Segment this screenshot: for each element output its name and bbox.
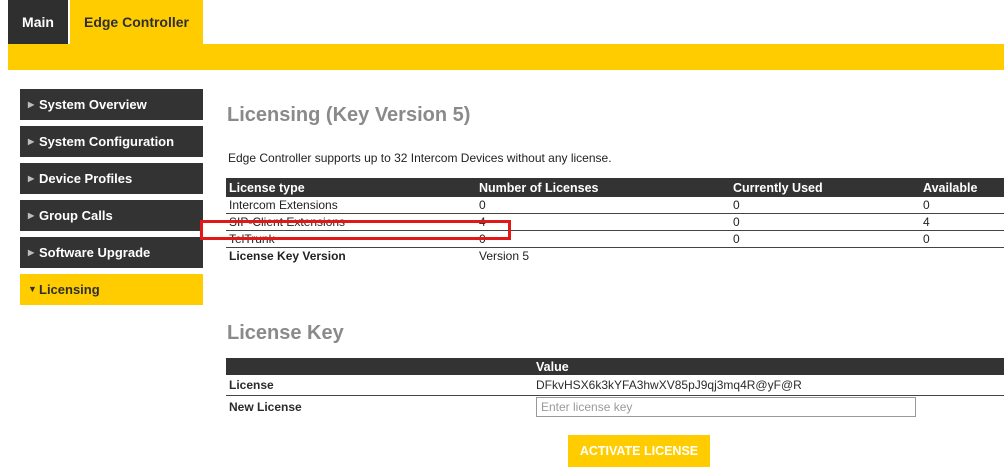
sidebar-item-label: Licensing xyxy=(39,282,100,297)
table-cell: Intercom Extensions xyxy=(226,197,476,214)
header-bar xyxy=(8,44,1004,70)
table-header-row: License type Number of Licenses Currentl… xyxy=(226,178,1004,197)
column-header: Currently Used xyxy=(730,178,920,197)
table-row: License DFkvHSX6k3kYFA3hwXV85pJ9qj3mq4R@… xyxy=(226,375,1004,396)
triangle-right-icon: ▶ xyxy=(28,211,35,220)
triangle-right-icon: ▶ xyxy=(28,137,35,146)
table-cell: 0 xyxy=(920,197,1004,214)
tab-edge-controller[interactable]: Edge Controller xyxy=(70,0,203,44)
table-cell xyxy=(920,248,1004,265)
triangle-down-icon: ▼ xyxy=(28,284,37,294)
sidebar-item-system-overview[interactable]: ▶ System Overview xyxy=(20,89,203,120)
sidebar-item-group-calls[interactable]: ▶ Group Calls xyxy=(20,200,203,231)
page-title: Licensing (Key Version 5) xyxy=(227,104,471,126)
table-cell: 0 xyxy=(730,197,920,214)
table-cell: 4 xyxy=(476,213,730,231)
sidebar-item-label: System Configuration xyxy=(39,134,175,149)
sidebar-item-system-configuration[interactable]: ▶ System Configuration xyxy=(20,126,203,157)
column-header: Number of Licenses xyxy=(476,178,730,197)
sidebar-item-label: Group Calls xyxy=(39,208,113,223)
table-cell: 0 xyxy=(476,230,730,248)
key-version-label: License Key Version xyxy=(229,249,346,263)
license-value: DFkvHSX6k3kYFA3hwXV85pJ9qj3mq4R@yF@R xyxy=(533,375,1004,396)
highlight-box xyxy=(200,220,511,240)
triangle-right-icon: ▶ xyxy=(28,100,35,109)
table-cell: 4 xyxy=(920,213,1004,231)
table-row: License Key Version Version 5 xyxy=(226,248,1004,265)
license-key-table: Value License DFkvHSX6k3kYFA3hwXV85pJ9qj… xyxy=(226,358,1004,418)
sidebar-item-software-upgrade[interactable]: ▶ Software Upgrade xyxy=(20,237,203,268)
column-header: Available xyxy=(920,178,1004,197)
table-row: New License xyxy=(226,396,1004,419)
license-label: License xyxy=(226,375,533,396)
sidebar-item-licensing[interactable]: ▼ Licensing xyxy=(20,274,203,305)
sidebar-item-device-profiles[interactable]: ▶ Device Profiles xyxy=(20,163,203,194)
key-version-value: Version 5 xyxy=(479,249,530,263)
table-cell: 0 xyxy=(730,213,920,231)
sidebar-item-label: Software Upgrade xyxy=(39,245,151,260)
license-key-input[interactable] xyxy=(536,397,916,417)
table-row: Intercom Extensions 0 0 0 xyxy=(226,197,1004,214)
sidebar: ▶ System Overview ▶ System Configuration… xyxy=(20,89,203,311)
triangle-right-icon: ▶ xyxy=(28,248,35,257)
tab-main[interactable]: Main xyxy=(8,0,68,44)
column-header xyxy=(226,358,533,375)
sidebar-item-label: Device Profiles xyxy=(39,171,133,186)
triangle-right-icon: ▶ xyxy=(28,174,35,183)
activate-license-button[interactable]: ACTIVATE LICENSE xyxy=(568,435,710,467)
new-license-label: New License xyxy=(229,400,302,414)
column-header: License type xyxy=(226,178,476,197)
table-header-row: Value xyxy=(226,358,1004,375)
license-key-title: License Key xyxy=(227,322,344,344)
new-license-cell xyxy=(533,396,1004,419)
sidebar-item-label: System Overview xyxy=(39,97,147,112)
table-cell: 0 xyxy=(476,197,730,214)
table-cell xyxy=(730,248,920,265)
column-header: Value xyxy=(533,358,1004,375)
top-tab-bar: Main Edge Controller xyxy=(0,0,1004,44)
table-cell: 0 xyxy=(730,230,920,248)
licensing-description: Edge Controller supports up to 32 Interc… xyxy=(228,151,612,165)
table-cell: 0 xyxy=(920,230,1004,248)
